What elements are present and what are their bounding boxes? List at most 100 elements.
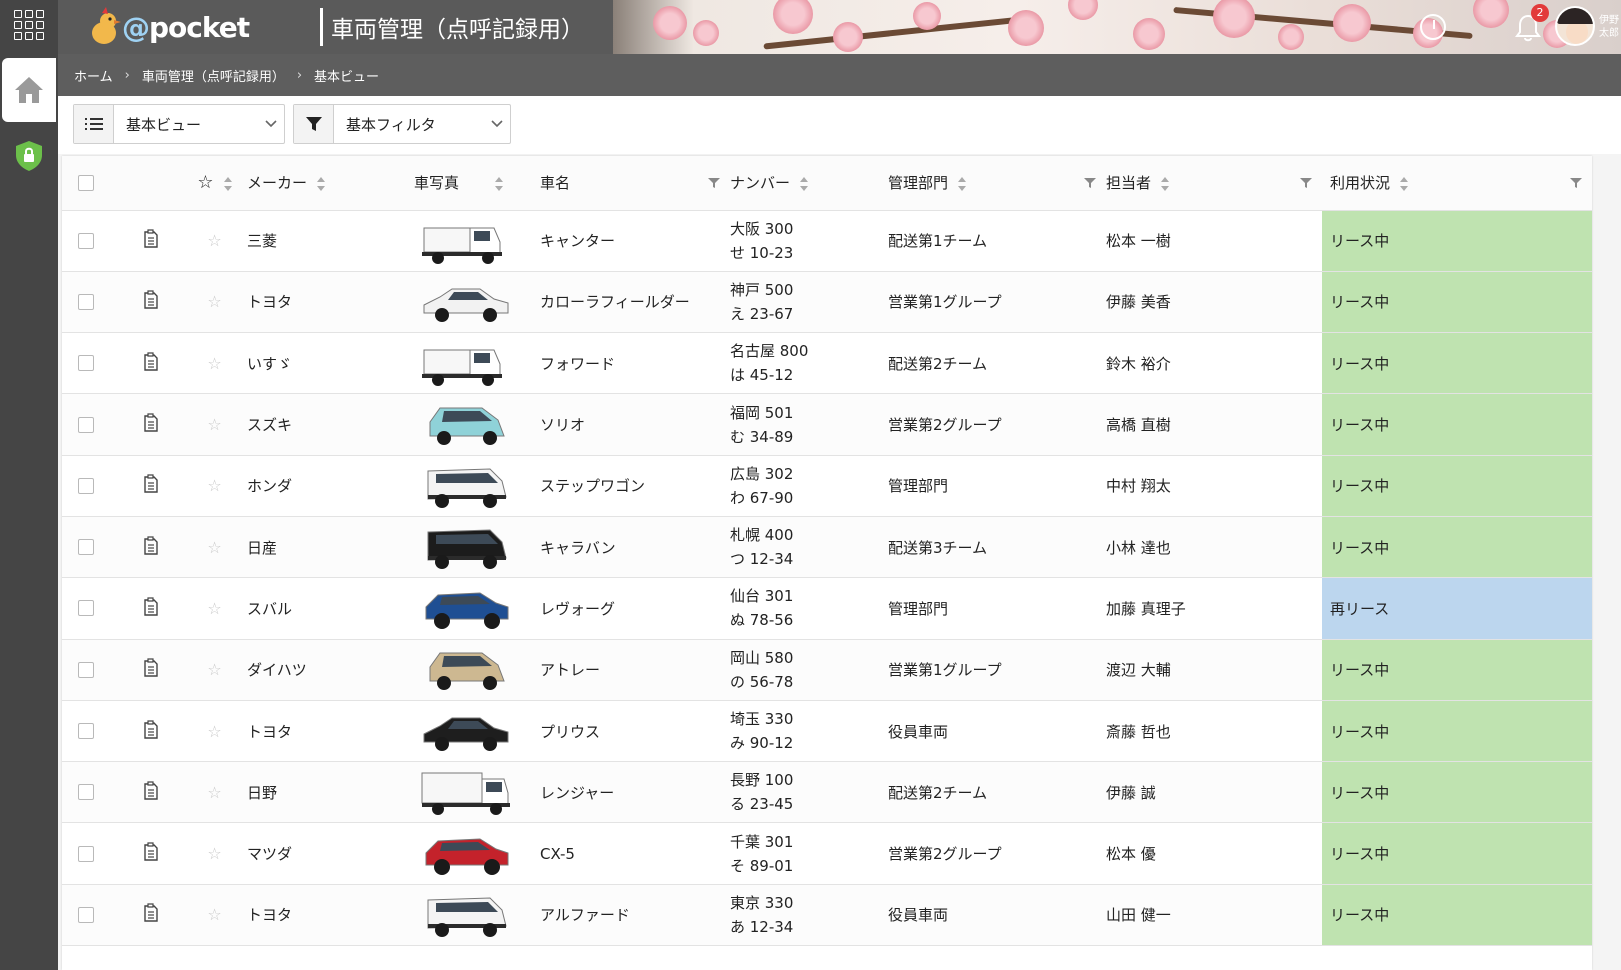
table-row[interactable]: ☆ トヨタ アルファード 東京 330 あ 12-34 役員車両 山田 健一 リー… [62,884,1592,947]
document-icon[interactable] [143,658,159,677]
document-icon[interactable] [143,842,159,861]
left-rail [0,0,58,970]
table-row[interactable]: ☆ スバル レヴォーグ 仙台 301 ぬ 78-56 管理部門 加藤 真理子 再リ… [62,577,1592,640]
cell-maker: トヨタ [247,271,392,334]
row-checkbox-cell [62,332,120,395]
star-icon[interactable]: ☆ [207,599,221,618]
document-icon[interactable] [143,229,159,248]
table-row[interactable]: ☆ スズキ ソリオ 福岡 501 む 34-89 営業第2グループ 高橋 直樹 リ… [62,393,1592,456]
cell-plate: 大阪 300 せ 10-23 [730,210,888,272]
favorite-header[interactable]: ☆ [182,156,247,211]
filter-icon[interactable] [1570,177,1582,189]
table-row[interactable]: ☆ ホンダ ステップワゴン 広島 302 わ 67-90 管理部門 中村 翔太 リ… [62,455,1592,517]
row-checkbox[interactable] [78,355,94,372]
cell-plate: 東京 330 あ 12-34 [730,884,888,947]
cell-maker: 日野 [247,761,392,824]
star-icon[interactable]: ☆ [207,354,221,373]
table-row[interactable]: ☆ ダイハツ アトレー 岡山 580 の 56-78 営業第1グループ 渡辺 大輔… [62,639,1592,701]
cell-owner: 伊藤 誠 [1106,761,1322,824]
row-checkbox[interactable] [78,539,94,556]
table-row[interactable]: ☆ トヨタ カローラフィールダー 神戸 500 え 23-67 営業第1グループ … [62,271,1592,334]
sort-icon[interactable] [317,176,326,191]
document-icon[interactable] [143,597,159,616]
sort-icon[interactable] [223,176,232,191]
document-icon[interactable] [143,474,159,494]
column-owner[interactable]: 担当者 [1106,156,1322,211]
select-all-checkbox[interactable] [78,174,94,191]
view-select[interactable]: 基本ビュー [73,104,285,144]
star-icon[interactable]: ☆ [207,660,221,679]
filter-select[interactable]: 基本フィルタ [293,104,511,144]
column-photo[interactable]: 車写真 [392,156,540,211]
filter-icon[interactable] [1300,177,1312,189]
row-detail-cell [120,822,182,885]
home-button[interactable] [2,58,56,122]
table-row[interactable]: ☆ マツダ CX-5 千葉 301 そ 89-01 営業第2グループ 松本 優 リ… [62,822,1592,885]
star-icon[interactable]: ☆ [207,722,221,741]
column-dept[interactable]: 管理部門 [888,156,1106,211]
document-icon[interactable] [143,352,159,371]
star-icon[interactable]: ☆ [207,844,221,863]
sort-icon[interactable] [800,176,809,191]
row-favorite-cell: ☆ [182,516,247,579]
table-row[interactable]: ☆ いすゞ フォワード 名古屋 800 は 45-12 配送第2チーム 鈴木 裕介… [62,332,1592,395]
status-badge: リース中 [1322,455,1592,517]
cell-maker: スズキ [247,393,392,456]
row-checkbox[interactable] [78,416,94,433]
table-row[interactable]: ☆ 日産 キャラバン 札幌 400 つ 12-34 配送第3チーム 小林 達也 リ… [62,516,1592,579]
breadcrumb-app[interactable]: 車両管理（点呼記録用） [142,66,285,85]
cell-plate: 札幌 400 つ 12-34 [730,516,888,579]
filter-icon[interactable] [708,177,720,189]
table-row[interactable]: ☆ トヨタ プリウス 埼玉 330 み 90-12 役員車両 斎藤 哲也 リース中 [62,700,1592,763]
row-checkbox[interactable] [78,784,94,801]
column-plate[interactable]: ナンバー [730,156,888,211]
cell-photo [392,577,540,640]
cell-name: ソリオ [540,393,730,456]
avatar[interactable] [1555,6,1595,46]
row-checkbox[interactable] [78,232,94,249]
user-name: 伊野 太郎 [1599,15,1619,39]
document-icon[interactable] [143,290,159,310]
row-checkbox[interactable] [78,723,94,740]
document-icon[interactable] [143,781,159,800]
sort-icon[interactable] [958,176,967,191]
sort-icon[interactable] [1161,176,1170,191]
table-row[interactable]: ☆ 三菱 キャンター 大阪 300 せ 10-23 配送第1チーム 松本 一樹 リ… [62,210,1592,272]
row-checkbox[interactable] [78,600,94,617]
star-icon[interactable]: ☆ [207,292,221,311]
cell-name: カローラフィールダー [540,271,730,334]
document-icon[interactable] [143,719,159,739]
view-toolbar: 基本ビュー 基本フィルタ [58,96,1621,154]
star-icon[interactable]: ☆ [207,538,221,557]
column-name[interactable]: 車名 [540,156,730,211]
cell-maker: トヨタ [247,884,392,947]
security-button[interactable] [15,140,43,176]
star-icon[interactable]: ☆ [207,231,221,250]
row-checkbox[interactable] [78,906,94,923]
star-icon[interactable]: ☆ [207,905,221,924]
document-icon[interactable] [143,536,159,555]
column-maker[interactable]: メーカー [247,156,392,211]
column-status[interactable]: 利用状況 [1322,156,1592,211]
cell-dept: 管理部門 [888,455,1106,517]
filter-icon[interactable] [1084,177,1096,189]
row-checkbox[interactable] [78,477,94,494]
status-badge: リース中 [1322,271,1592,334]
table-row[interactable]: ☆ 日野 レンジャー 長野 100 る 23-45 配送第2チーム 伊藤 誠 リー… [62,761,1592,824]
brand-logo[interactable]: @pocket [88,4,250,50]
star-icon[interactable]: ☆ [207,415,221,434]
cell-photo [392,884,540,947]
row-checkbox[interactable] [78,845,94,862]
star-icon[interactable]: ☆ [207,783,221,802]
sort-icon[interactable] [495,176,504,191]
apps-grid-icon[interactable] [14,10,44,40]
document-icon[interactable] [143,903,159,923]
star-icon[interactable]: ☆ [207,476,221,495]
row-checkbox[interactable] [78,661,94,678]
clock-icon[interactable] [1420,14,1446,40]
breadcrumb-home[interactable]: ホーム [74,66,113,85]
sort-icon[interactable] [1400,176,1409,191]
row-checkbox[interactable] [78,293,94,310]
document-icon[interactable] [143,413,159,432]
row-detail-cell [120,210,182,272]
